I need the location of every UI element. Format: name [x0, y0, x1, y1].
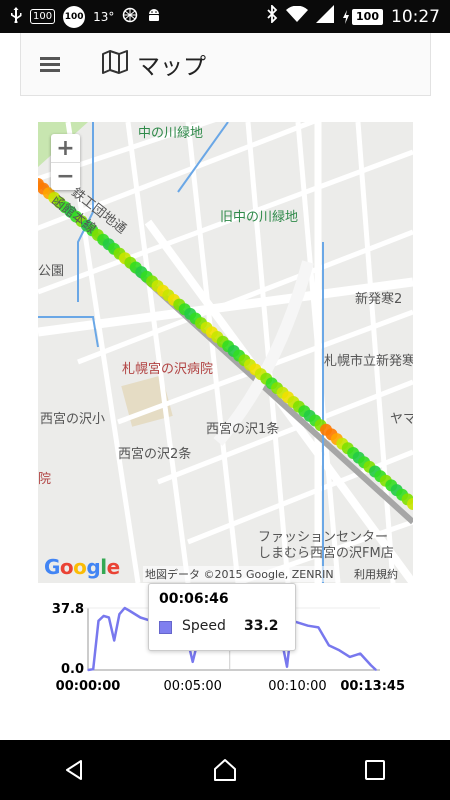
page-title: マップ [137, 54, 206, 80]
chart-tooltip: 00:06:46 Speed 33.2 [148, 583, 296, 651]
map-attribution: 地図データ ©2015 Google, ZENRIN [143, 566, 336, 582]
speed-point [118, 613, 121, 615]
globe-icon [122, 7, 138, 26]
speed-point [97, 620, 100, 622]
x-tick-label: 00:05:00 [164, 679, 222, 694]
map-label: 公園 [38, 264, 65, 279]
speed-point [359, 652, 362, 655]
bluetooth-icon [266, 3, 278, 28]
home-icon[interactable] [195, 740, 255, 800]
speed-point [317, 626, 320, 629]
speed-point [129, 610, 131, 612]
speed-point [92, 668, 94, 670]
temperature-text: 13° [93, 9, 115, 24]
tooltip-time: 00:06:46 [159, 591, 229, 607]
speed-point [113, 639, 115, 642]
speed-point [139, 616, 142, 619]
series-swatch [159, 621, 172, 634]
terms-link[interactable]: 利用規約 [354, 566, 398, 582]
map-label: 旧中の川緑地 [220, 210, 299, 225]
speed-point [338, 649, 341, 652]
signal-icon [316, 5, 335, 28]
app-badge-icon: 100 [63, 5, 86, 28]
android-icon [146, 7, 162, 26]
y-tick-label-max: 37.8 [52, 602, 84, 617]
map-label: 札幌市立新発寒 [324, 354, 413, 369]
battery-level: 100 [352, 8, 383, 25]
zoom-in-button[interactable]: + [51, 134, 80, 162]
tooltip-value: 33.2 [244, 618, 279, 634]
google-logo: Google [44, 555, 120, 579]
map-icon [101, 49, 129, 79]
recents-icon[interactable] [345, 740, 405, 800]
speed-point [328, 644, 330, 647]
map-label: 札幌宮の沢病院 [122, 362, 214, 377]
speed-point [191, 661, 194, 663]
speed-point [102, 615, 105, 617]
speed-point [307, 624, 309, 627]
app-bar: マップ [20, 33, 431, 96]
speed-point [108, 616, 110, 619]
hamburger-menu-icon[interactable] [40, 54, 60, 75]
map-label: 西宮の沢小 [40, 412, 106, 427]
map-label: 院 [38, 472, 52, 487]
x-tick-label: 00:00:00 [56, 679, 121, 694]
notification-badge-icon: 100 [30, 9, 56, 24]
map-label: 中の川緑地 [138, 126, 204, 141]
zoom-controls: + − [51, 134, 80, 190]
battery-icon: 100 [342, 8, 383, 25]
speed-point [87, 669, 89, 671]
clock: 10:27 [391, 6, 440, 27]
usb-icon [10, 7, 22, 26]
speed-point [375, 669, 377, 671]
map-label: 西宮の沢1条 [206, 422, 280, 437]
speed-point [286, 665, 288, 668]
navigation-bar [0, 740, 450, 800]
map-label: 新発寒2 [355, 292, 403, 307]
map-label: 西宮の沢2条 [118, 447, 192, 462]
x-tick-label: 00:13:45 [340, 679, 405, 694]
back-icon[interactable] [45, 740, 105, 800]
speed-point [370, 664, 372, 666]
status-bar: 100 100 13° 100 10:27 [0, 0, 450, 33]
map-label: ヤマ [390, 412, 413, 427]
map-view[interactable]: + − 中の川緑地 鉄工団地通 函館本線 旧中の川緑地 公園 新発寒2 札幌宮の… [38, 122, 413, 583]
speed-point [296, 621, 299, 624]
speed-point [123, 607, 126, 609]
x-tick-label: 00:10:00 [268, 679, 326, 694]
wifi-icon [286, 5, 309, 27]
tooltip-series-name: Speed [182, 618, 226, 634]
map-label: しまむら西宮の沢FM店 [258, 546, 394, 561]
speed-point [349, 656, 351, 658]
y-tick-label-min: 0.0 [61, 662, 84, 677]
